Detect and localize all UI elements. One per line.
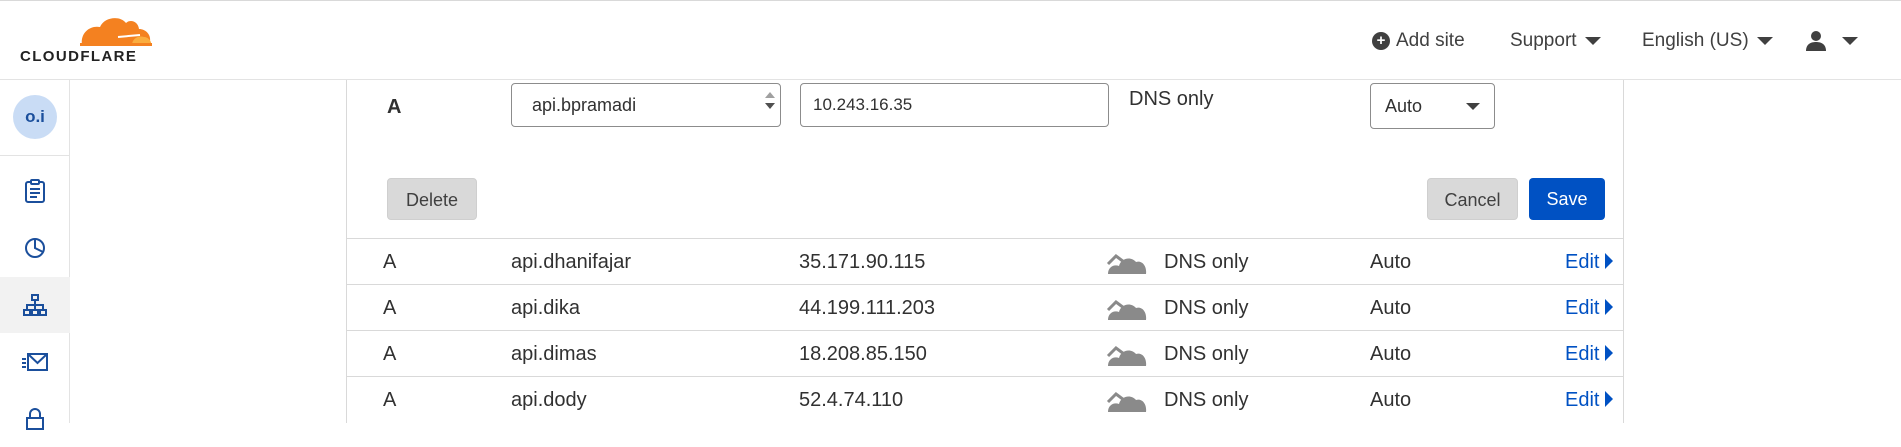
record-content: 52.4.74.110 <box>799 389 904 411</box>
record-type: A <box>383 343 397 365</box>
record-content: 44.199.111.203 <box>799 297 936 319</box>
sidebar-item-dns[interactable] <box>0 277 70 333</box>
user-icon <box>1806 31 1826 51</box>
dns-only-cloud-icon <box>1106 254 1147 274</box>
table-row: A api.dhanifajar 35.171.90.115 DNS only … <box>347 238 1623 284</box>
chevron-down-icon <box>1584 37 1601 45</box>
record-proxy-status: DNS only <box>1164 343 1249 365</box>
edit-link-label: Edit <box>1565 389 1600 411</box>
sidebar-divider <box>0 155 70 156</box>
record-content: 18.208.85.150 <box>799 343 927 365</box>
edit-link-label: Edit <box>1565 251 1600 273</box>
dns-only-cloud-icon <box>1106 392 1147 412</box>
record-name: api.dimas <box>511 343 597 365</box>
record-name-value: api.bpramadi <box>532 95 637 115</box>
edit-link-label: Edit <box>1565 297 1600 319</box>
chevron-down-icon <box>1756 37 1773 45</box>
add-site-button[interactable]: + Add site <box>1372 1 1465 81</box>
language-menu[interactable]: English (US) <box>1642 1 1773 81</box>
plus-circle-icon: + <box>1372 32 1390 50</box>
sidebar-item-analytics[interactable] <box>0 220 70 276</box>
edit-record-link[interactable]: Edit <box>1565 285 1614 331</box>
record-ttl: Auto <box>1370 389 1412 411</box>
record-name: api.dika <box>511 297 580 319</box>
record-ttl: Auto <box>1370 343 1412 365</box>
email-icon <box>22 353 48 371</box>
analytics-pie-icon <box>25 238 45 258</box>
delete-button[interactable]: Delete <box>387 178 477 220</box>
record-name-input[interactable]: api.bpramadi <box>511 83 781 127</box>
sidebar-item-security[interactable] <box>0 391 70 447</box>
edit-record-link[interactable]: Edit <box>1565 331 1614 377</box>
chevron-down-icon <box>1466 103 1480 110</box>
record-content-value: 10.243.16.35 <box>813 95 913 114</box>
save-button[interactable]: Save <box>1529 178 1605 220</box>
sidebar: o.i <box>0 80 70 430</box>
ttl-selected-value: Auto <box>1385 96 1423 116</box>
table-row: A api.dika 44.199.111.203 DNS only Auto … <box>347 284 1623 330</box>
caret-right-icon <box>1605 299 1614 315</box>
edit-record-type: A <box>387 96 402 118</box>
clipboard-icon <box>25 179 45 203</box>
lock-icon <box>26 408 44 430</box>
dns-only-cloud-icon <box>1106 346 1147 366</box>
caret-right-icon <box>1605 391 1614 407</box>
table-row: A api.dody 52.4.74.110 DNS only Auto Edi… <box>347 376 1623 422</box>
chevron-down-icon <box>1842 37 1858 45</box>
logo-wordmark: CLOUDFLARE <box>20 48 138 65</box>
dns-records-panel: A api.bpramadi 10.243.16.35 DNS only Aut… <box>346 80 1624 423</box>
record-content: 35.171.90.115 <box>799 251 926 273</box>
edit-record-link[interactable]: Edit <box>1565 239 1614 285</box>
support-menu[interactable]: Support <box>1510 1 1601 81</box>
user-menu[interactable] <box>1804 1 1858 81</box>
add-site-label: Add site <box>1396 30 1465 51</box>
record-type: A <box>383 251 397 273</box>
record-ttl: Auto <box>1370 251 1412 273</box>
cloudflare-logo[interactable]: CLOUDFLARE <box>20 15 160 65</box>
edit-link-label: Edit <box>1565 343 1600 365</box>
caret-right-icon <box>1605 345 1614 361</box>
caret-right-icon <box>1605 253 1614 269</box>
cloudflare-cloud-icon <box>80 18 152 46</box>
account-avatar[interactable]: o.i <box>13 95 57 139</box>
name-spinner[interactable] <box>762 87 778 123</box>
record-proxy-status: DNS only <box>1164 389 1249 411</box>
dns-network-icon <box>23 294 47 316</box>
sidebar-item-email[interactable] <box>0 334 70 390</box>
dns-only-cloud-icon <box>1106 300 1147 320</box>
language-label: English (US) <box>1642 30 1749 51</box>
record-type: A <box>383 297 397 319</box>
record-name: api.dody <box>511 389 587 411</box>
record-type: A <box>383 389 397 411</box>
spinner-down-icon[interactable] <box>765 103 775 109</box>
spinner-up-icon[interactable] <box>765 92 775 98</box>
record-proxy-status: DNS only <box>1164 251 1249 273</box>
edit-proxy-status: DNS only <box>1129 88 1214 110</box>
record-ttl: Auto <box>1370 297 1412 319</box>
table-row: A api.dimas 18.208.85.150 DNS only Auto … <box>347 330 1623 376</box>
top-header: CLOUDFLARE + Add site Support English (U… <box>0 0 1901 80</box>
record-content-input[interactable]: 10.243.16.35 <box>800 83 1109 127</box>
record-proxy-status: DNS only <box>1164 297 1249 319</box>
support-label: Support <box>1510 30 1577 51</box>
record-name: api.dhanifajar <box>511 251 632 273</box>
cancel-button[interactable]: Cancel <box>1427 178 1518 220</box>
sidebar-item-overview[interactable] <box>0 163 70 219</box>
ttl-select[interactable]: Auto <box>1370 83 1495 129</box>
edit-record-link[interactable]: Edit <box>1565 377 1614 423</box>
dns-records-table: A api.dhanifajar 35.171.90.115 DNS only … <box>347 238 1623 422</box>
